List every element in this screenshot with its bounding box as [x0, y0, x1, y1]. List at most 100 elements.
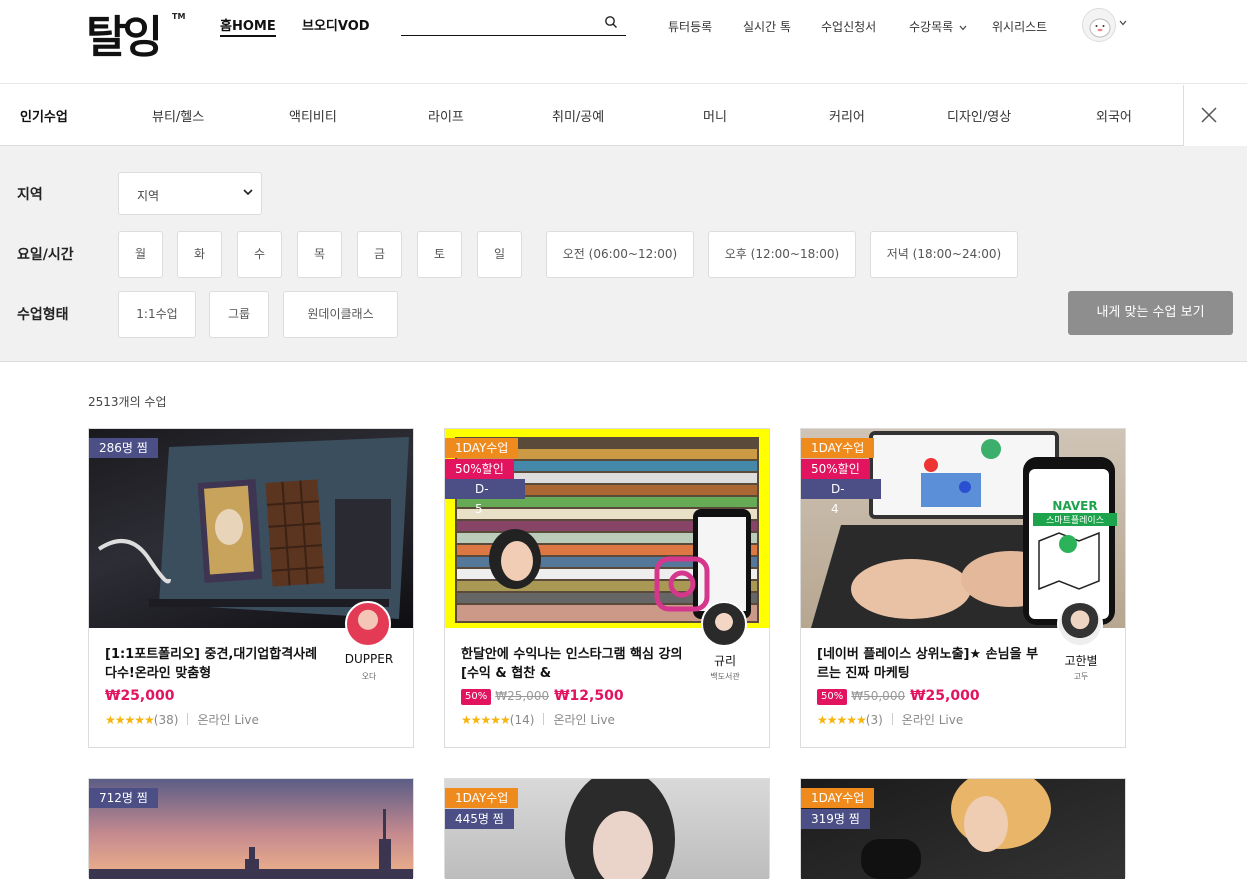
- wish-count-badge: 286명 찜: [89, 438, 158, 458]
- type-chip-oneday[interactable]: 원데이클래스: [283, 291, 398, 338]
- profile-avatar[interactable]: [1082, 8, 1116, 42]
- tutor-avatar[interactable]: [345, 601, 391, 647]
- tutor-name[interactable]: DUPPER: [329, 652, 409, 666]
- filter-panel: 지역 지역 요일/시간 월 화 수 목 금 토 일 오전 (06:00~12:0…: [0, 146, 1247, 362]
- close-filter-button[interactable]: [1183, 85, 1247, 146]
- day-chip-tue[interactable]: 화: [177, 231, 222, 278]
- tutor-subtitle: 백도서관: [710, 672, 740, 681]
- nav-live-talk[interactable]: 실시간 톡: [743, 18, 791, 35]
- day-chip-sun[interactable]: 일: [477, 231, 522, 278]
- class-meta: ★★★★★(14) 온라인 Live: [461, 711, 615, 728]
- divider: [187, 713, 189, 725]
- tutor-name[interactable]: 고한별: [1041, 652, 1121, 669]
- wish-count-badge: 712명 찜: [89, 788, 158, 808]
- category-beauty[interactable]: 뷰티/헬스: [152, 106, 204, 125]
- rating-stars: ★★★★★: [461, 713, 511, 727]
- naver-label: NAVER: [1052, 499, 1098, 513]
- category-activity[interactable]: 액티비티: [289, 106, 337, 125]
- class-thumbnail[interactable]: [89, 429, 413, 628]
- time-chip-afternoon[interactable]: 오후 (12:00~18:00): [708, 231, 856, 278]
- category-language[interactable]: 외국어: [1096, 106, 1132, 125]
- day-chip-mon[interactable]: 월: [118, 231, 163, 278]
- logo-text: 탈잉: [86, 12, 163, 63]
- logo-trademark: TM: [172, 12, 186, 21]
- chevron-down-icon: [243, 189, 253, 196]
- region-select[interactable]: 지역: [118, 172, 262, 215]
- tutor-name[interactable]: 규리: [685, 652, 765, 669]
- day-time-label: 요일/시간: [17, 247, 74, 263]
- class-card[interactable]: 712명 찜: [88, 778, 414, 879]
- dday-badge: D-5: [445, 479, 525, 516]
- class-mode: 온라인 Live: [197, 713, 259, 727]
- search-bar: [401, 13, 626, 36]
- nav-my-classes[interactable]: 수강목록: [909, 18, 967, 35]
- original-price: ₩25,000: [495, 689, 550, 703]
- class-mode: 온라인 Live: [901, 713, 964, 727]
- review-count: (38): [153, 713, 179, 727]
- class-price: 50% ₩50,000 ₩25,000: [817, 688, 980, 705]
- day-chip-wed[interactable]: 수: [237, 231, 282, 278]
- day-chip-thu[interactable]: 목: [297, 231, 342, 278]
- region-label: 지역: [17, 187, 43, 203]
- category-career[interactable]: 커리어: [829, 106, 865, 125]
- class-card[interactable]: NAVER 스마트플레이스 1DAY수업 50%할인 D-4 [네이버 플레이스…: [800, 428, 1126, 748]
- nav-class-request[interactable]: 수업신청서: [821, 18, 876, 35]
- search-input[interactable]: [401, 14, 596, 34]
- tutor-avatar[interactable]: [1057, 601, 1103, 647]
- day-chip-sat[interactable]: 토: [417, 231, 462, 278]
- rating-stars: ★★★★★: [817, 713, 867, 727]
- class-mode: 온라인 Live: [553, 713, 615, 727]
- chevron-down-icon: [959, 25, 967, 31]
- nav-tutor-register[interactable]: 튜터등록: [668, 18, 712, 35]
- category-money[interactable]: 머니: [703, 106, 727, 125]
- class-meta: ★★★★★(38) 온라인 Live: [105, 711, 259, 728]
- category-design[interactable]: 디자인/영상: [947, 106, 1011, 125]
- oneday-badge: 1DAY수업: [445, 438, 519, 458]
- class-meta: ★★★★★(3) 온라인 Live: [817, 711, 963, 728]
- discount-rate: 50%: [461, 689, 492, 705]
- review-count: (3): [865, 713, 883, 727]
- nav-wishlist[interactable]: 위시리스트: [992, 18, 1047, 35]
- time-chip-morning[interactable]: 오전 (06:00~12:00): [546, 231, 694, 278]
- tutor-subtitle: 고두: [1073, 672, 1089, 681]
- wish-count-badge: 319명 찜: [801, 809, 870, 829]
- day-chip-fri[interactable]: 금: [357, 231, 402, 278]
- category-hobby[interactable]: 취미/공예: [552, 106, 604, 125]
- class-card[interactable]: 1DAY수업 445명 찜: [444, 778, 770, 879]
- review-count: (14): [509, 713, 535, 727]
- class-price: 50% ₩25,000 ₩12,500: [461, 688, 624, 705]
- class-card[interactable]: 1DAY수업 50%할인 D-5 한달안에 수익나는 인스타그램 핵심 강의 […: [444, 428, 770, 748]
- tutor-avatar[interactable]: [701, 601, 747, 647]
- sale-price: ₩25,000: [910, 688, 980, 704]
- logo[interactable]: 탈잉 TM: [86, 10, 186, 66]
- nav-home[interactable]: 홈HOME: [220, 15, 276, 37]
- type-chip-group[interactable]: 그룹: [209, 291, 269, 338]
- category-life[interactable]: 라이프: [428, 106, 464, 125]
- dday-badge: D-4: [801, 479, 881, 516]
- class-card[interactable]: 286명 찜 [1:1포트폴리오] 중견,대기업합격사례 다수!온라인 맞춤형 …: [88, 428, 414, 748]
- smartplace-label: 스마트플레이스: [1033, 513, 1117, 526]
- class-type-label: 수업형태: [17, 307, 69, 323]
- class-count: 2513개의 수업: [88, 395, 167, 409]
- show-matching-classes-button[interactable]: 내게 맞는 수업 보기: [1068, 291, 1233, 335]
- nav-vod[interactable]: 브오디VOD: [302, 15, 370, 34]
- category-bar: 인기수업 뷰티/헬스 액티비티 라이프 취미/공예 머니 커리어 디자인/영상 …: [0, 85, 1247, 146]
- wish-count-badge: 445명 찜: [445, 809, 514, 829]
- oneday-badge: 1DAY수업: [801, 438, 875, 458]
- class-title[interactable]: [네이버 플레이스 상위노출]★ 손님을 부르는 진짜 마케팅: [817, 645, 1039, 683]
- oneday-badge: 1DAY수업: [445, 788, 519, 808]
- nav-my-classes-label: 수강목록: [909, 20, 954, 34]
- sale-price: ₩12,500: [554, 688, 624, 704]
- time-chip-evening[interactable]: 저녁 (18:00~24:00): [870, 231, 1018, 278]
- search-icon[interactable]: [604, 15, 618, 29]
- design-tablet-image: [97, 437, 409, 619]
- category-popular[interactable]: 인기수업: [20, 106, 68, 125]
- class-title[interactable]: [1:1포트폴리오] 중견,대기업합격사례 다수!온라인 맞춤형: [105, 645, 327, 683]
- type-chip-one-on-one[interactable]: 1:1수업: [118, 291, 196, 338]
- class-card[interactable]: 1DAY수업 319명 찜: [800, 778, 1126, 879]
- profile-chevron-icon[interactable]: [1119, 20, 1127, 26]
- class-price: ₩25,000: [105, 688, 175, 704]
- tutor-subtitle: 오다: [361, 672, 377, 681]
- avatar-face-icon: [1089, 18, 1111, 38]
- class-title[interactable]: 한달안에 수익나는 인스타그램 핵심 강의 [수익 & 협찬 &: [461, 645, 683, 683]
